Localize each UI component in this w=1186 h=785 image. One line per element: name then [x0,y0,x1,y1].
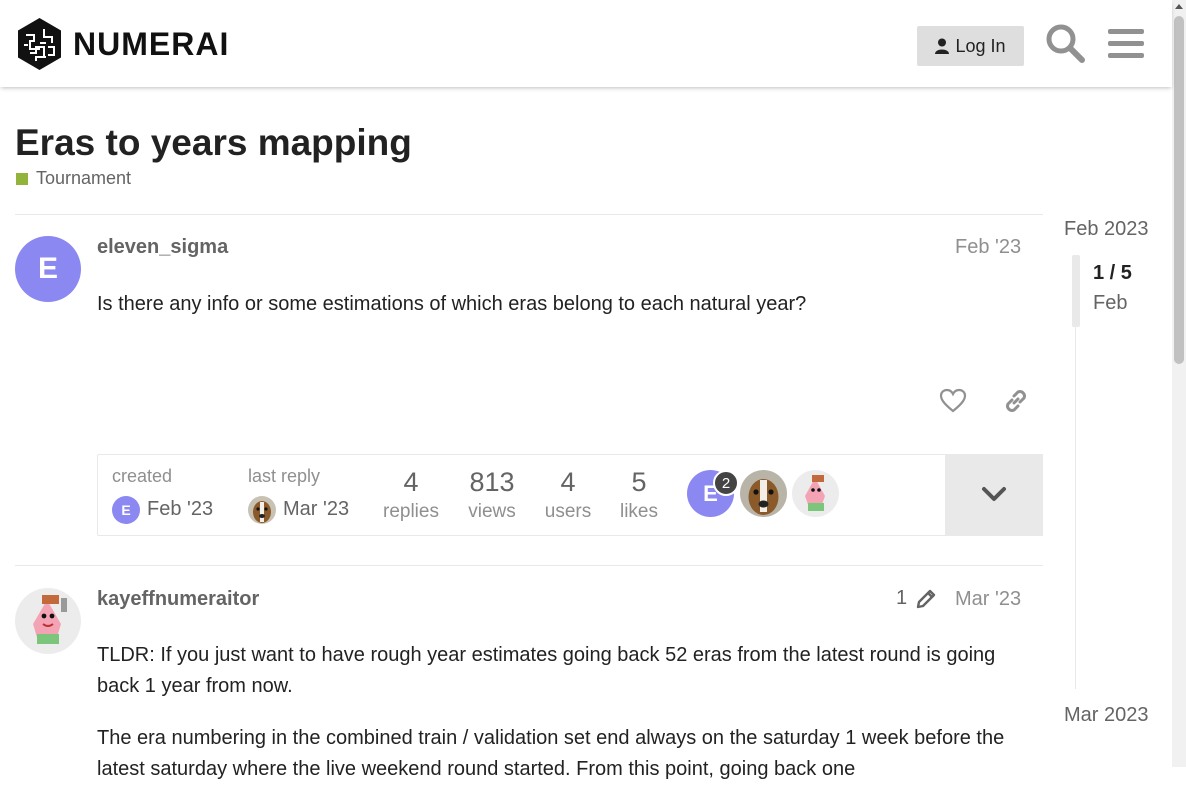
like-heart-icon[interactable] [939,387,967,415]
scroll-up-arrow-icon[interactable] [1175,4,1183,9]
post-body-paragraph: The era numbering in the combined train … [97,727,1005,780]
views-label: views [468,501,516,522]
category-color-square [16,172,28,185]
avatar-letter: E [121,502,131,518]
pencil-icon [916,589,936,608]
site-header: NUMERAI Log In [0,0,1172,87]
copy-link-icon[interactable] [1002,387,1030,415]
participant-post-count-badge: 2 [713,470,739,496]
category-name: Tournament [36,168,132,188]
search-icon[interactable] [1045,23,1085,63]
avatar[interactable] [15,588,81,654]
post-body-paragraph: TLDR: If you just want to have rough yea… [97,644,996,697]
post-body: Is there any info or some estimations of… [97,293,807,315]
login-button[interactable]: Log In [917,26,1024,66]
avatar-letter: E [37,252,58,285]
scrollbar-thumb[interactable] [1174,16,1184,364]
views-count: 813 [469,467,515,497]
last-reply-avatar[interactable] [248,496,276,524]
participant-avatar[interactable] [740,470,787,517]
timeline-position-date: Feb [1093,292,1128,314]
replies-label: replies [383,501,439,522]
replies-count: 4 [403,467,419,497]
post-username[interactable]: eleven_sigma [97,236,228,259]
chevron-down-icon [982,487,1006,501]
likes-count: 5 [631,467,647,497]
timeline-start-date[interactable]: Feb 2023 [1064,218,1149,241]
site-logo[interactable]: NUMERAI [16,17,229,71]
created-date[interactable]: Feb '23 [147,498,213,521]
participant-avatar[interactable] [792,470,839,517]
users-count: 4 [560,467,576,497]
last-reply-label: last reply [248,466,321,486]
users-label: users [544,501,592,522]
expand-topic-map-button[interactable] [945,454,1043,536]
likes-label: likes [619,501,658,522]
page-scrollbar[interactable] [1172,0,1186,767]
timeline-scroll-handle[interactable] [1072,255,1080,327]
logo-text: NUMERAI [73,25,230,62]
post-username[interactable]: kayeffnumeraitor [97,588,259,611]
login-label: Log In [955,35,1006,56]
post-date[interactable]: Mar '23 [955,588,1021,611]
avatar[interactable]: E [15,236,81,302]
edit-history-button[interactable]: 1 [896,587,937,610]
user-icon [935,38,950,54]
divider [15,565,1043,566]
created-label: created [112,466,173,486]
edit-count: 1 [896,587,908,609]
topic-title[interactable]: Eras to years mapping [15,122,412,164]
post-date[interactable]: Feb '23 [955,236,1021,259]
created-avatar[interactable]: E [112,496,140,524]
hamburger-menu-icon[interactable] [1106,23,1146,63]
timeline-end-date[interactable]: Mar 2023 [1064,704,1149,727]
numerai-logo-icon [18,18,61,70]
last-reply-date[interactable]: Mar '23 [283,498,349,521]
timeline-position: 1 / 5 [1093,262,1132,284]
topic-category-badge[interactable]: Tournament [16,168,131,189]
divider [15,214,1043,215]
